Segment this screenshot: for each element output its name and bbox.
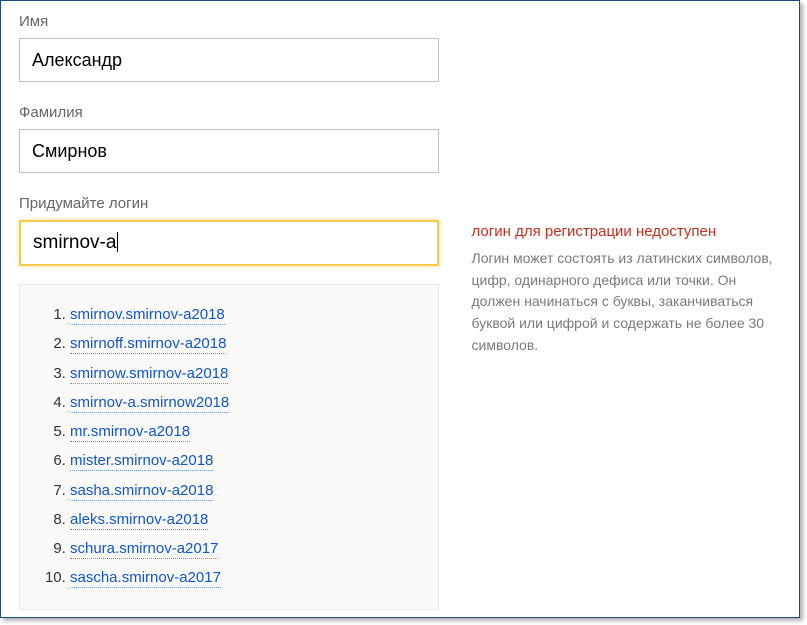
suggestion-link[interactable]: schura.smirnov-a2017 — [70, 540, 218, 559]
list-item: mister.smirnov-a2018 — [70, 448, 424, 474]
login-suggestions: smirnov.smirnov-a2018 smirnoff.smirnov-a… — [19, 284, 439, 610]
suggestion-link[interactable]: aleks.smirnov-a2018 — [70, 511, 208, 530]
suggestion-link[interactable]: smirnow.smirnov-a2018 — [70, 365, 228, 384]
list-item: smirnow.smirnov-a2018 — [70, 361, 424, 387]
suggestion-link[interactable]: smirnov-a.smirnow2018 — [70, 394, 229, 413]
list-item: schura.smirnov-a2017 — [70, 536, 424, 562]
list-item: sascha.smirnov-a2017 — [70, 565, 424, 591]
last-name-group: Фамилия — [19, 104, 781, 173]
list-item: sasha.smirnov-a2018 — [70, 478, 424, 504]
suggestion-link[interactable]: mr.smirnov-a2018 — [70, 423, 190, 442]
list-item: smirnov-a.smirnow2018 — [70, 390, 424, 416]
first-name-input[interactable] — [19, 38, 439, 82]
last-name-label: Фамилия — [19, 104, 781, 121]
list-item: aleks.smirnov-a2018 — [70, 507, 424, 533]
suggestion-link[interactable]: mister.smirnov-a2018 — [70, 452, 213, 471]
list-item: mr.smirnov-a2018 — [70, 419, 424, 445]
suggestion-link[interactable]: sascha.smirnov-a2017 — [70, 569, 221, 588]
login-input[interactable]: smirnov-a — [19, 220, 439, 266]
hint-column: логин для регистрации недоступен Логин м… — [472, 195, 782, 356]
form-panel: Имя Фамилия Придумайте логин smirnov-a s… — [0, 0, 800, 618]
list-item: smirnoff.smirnov-a2018 — [70, 331, 424, 357]
login-value: smirnov-a — [33, 232, 116, 254]
list-item: smirnov.smirnov-a2018 — [70, 302, 424, 328]
hint-text: Логин может состоять из латинских символ… — [472, 248, 782, 356]
error-title: логин для регистрации недоступен — [472, 223, 782, 240]
first-name-group: Имя — [19, 13, 781, 82]
login-column: Придумайте логин smirnov-a smirnov.smirn… — [19, 195, 442, 610]
suggestion-link[interactable]: smirnov.smirnov-a2018 — [70, 306, 225, 325]
suggestion-link[interactable]: sasha.smirnov-a2018 — [70, 482, 213, 501]
login-label: Придумайте логин — [19, 195, 442, 212]
suggestion-list: smirnov.smirnov-a2018 smirnoff.smirnov-a… — [48, 302, 424, 592]
last-name-input[interactable] — [19, 129, 439, 173]
suggestion-link[interactable]: smirnoff.smirnov-a2018 — [70, 335, 226, 354]
text-caret — [117, 232, 118, 252]
first-name-label: Имя — [19, 13, 781, 30]
